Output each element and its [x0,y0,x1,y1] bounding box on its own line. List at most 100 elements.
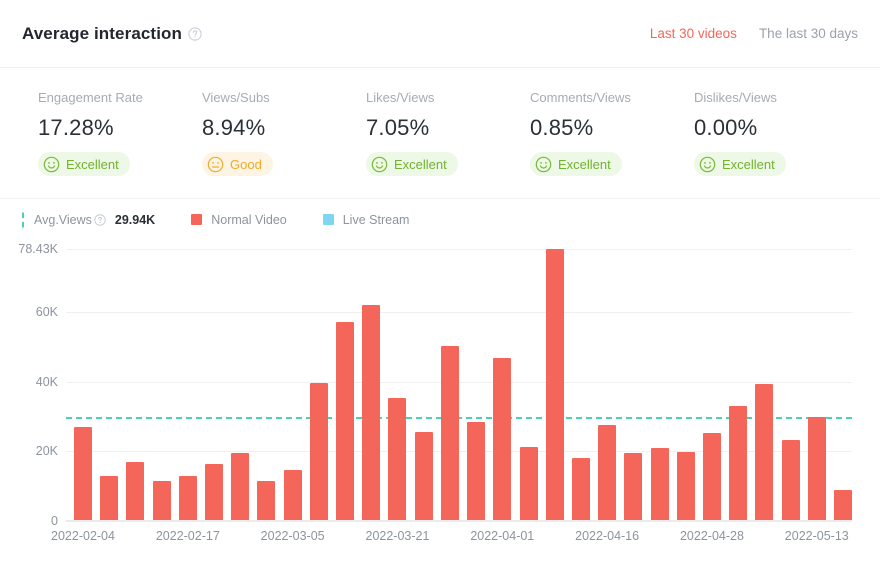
metric-label: Dislikes/Views [694,90,858,105]
status-badge-label: Excellent [66,157,119,172]
x-axis-tick-label: 2022-02-17 [156,529,220,543]
legend-item-live-stream[interactable]: Live Stream [323,213,410,227]
smile-face-icon [535,156,552,173]
neutral-face-icon [207,156,224,173]
smile-face-icon [43,156,60,173]
metrics-row: Engagement Rate 17.28% Excellent Views/S… [0,68,880,199]
legend-avg-value: 29.94K [115,213,155,227]
bar[interactable] [336,322,354,520]
bar[interactable] [388,398,406,521]
legend-item-normal-video[interactable]: Normal Video [191,213,287,227]
metric-views-subs: Views/Subs 8.94% Good [202,90,366,178]
bar[interactable] [415,432,433,520]
bar[interactable] [205,464,223,521]
metric-label: Views/Subs [202,90,366,105]
panel-header: Average interaction Last 30 videos The l… [0,0,880,68]
bar[interactable] [257,481,275,521]
bar[interactable] [624,453,642,521]
legend-swatch-icon [191,214,202,225]
bar[interactable] [493,358,511,521]
metric-value: 0.00% [694,115,858,141]
x-axis-tick-label: 2022-03-05 [261,529,325,543]
smile-face-icon [371,156,388,173]
bar[interactable] [179,476,197,520]
bar[interactable] [729,406,747,520]
metric-value: 17.28% [38,115,202,141]
smile-face-icon [699,156,716,173]
status-badge-label: Excellent [722,157,775,172]
bar[interactable] [284,470,302,521]
average-interaction-panel: Average interaction Last 30 videos The l… [0,0,880,586]
bar-chart: 020K40K60K78.43K 2022-02-042022-02-17202… [0,237,870,567]
bar[interactable] [153,481,171,521]
legend-avg-label: Avg.Views [34,213,106,227]
legend-avg-text: Avg.Views [34,213,92,227]
status-badge: Good [202,152,273,176]
bar[interactable] [808,417,826,521]
metric-label: Likes/Views [366,90,530,105]
dashed-line-icon [22,212,24,227]
metric-comments-views: Comments/Views 0.85% Excellent [530,90,694,178]
status-badge: Excellent [38,152,130,176]
bar[interactable] [520,447,538,520]
bar[interactable] [677,452,695,521]
page-title: Average interaction [22,24,182,44]
bar[interactable] [572,458,590,521]
metric-label: Comments/Views [530,90,694,105]
metric-value: 8.94% [202,115,366,141]
metric-dislikes-views: Dislikes/Views 0.00% Excellent [694,90,858,178]
y-axis-tick-label: 78.43K [18,242,58,256]
x-axis-baseline [66,520,852,521]
bar[interactable] [651,448,669,521]
metric-likes-views: Likes/Views 7.05% Excellent [366,90,530,178]
legend-item-label: Live Stream [343,213,410,227]
status-badge-label: Good [230,157,262,172]
bar[interactable] [546,249,564,521]
bar[interactable] [782,440,800,520]
metric-engagement-rate: Engagement Rate 17.28% Excellent [38,90,202,178]
bar[interactable] [74,427,92,521]
y-axis-tick-label: 0 [51,514,58,528]
status-badge: Excellent [530,152,622,176]
x-axis-ticks: 2022-02-042022-02-172022-03-052022-03-21… [66,529,852,549]
bar[interactable] [126,462,144,521]
legend-swatch-icon [323,214,334,225]
status-badge: Excellent [694,152,786,176]
y-axis-tick-label: 20K [36,444,58,458]
question-circle-icon[interactable] [188,27,202,41]
y-axis-tick-label: 60K [36,305,58,319]
x-axis-tick-label: 2022-04-01 [470,529,534,543]
bar[interactable] [362,305,380,521]
range-tabs: Last 30 videos The last 30 days [650,26,858,41]
plot-area: 020K40K60K78.43K [66,249,852,521]
title-group: Average interaction [22,24,202,44]
status-badge-label: Excellent [394,157,447,172]
bar[interactable] [467,422,485,520]
metric-value: 0.85% [530,115,694,141]
bar[interactable] [231,453,249,521]
status-badge: Excellent [366,152,458,176]
x-axis-tick-label: 2022-02-04 [51,529,115,543]
bar[interactable] [598,425,616,521]
x-axis-tick-label: 2022-05-13 [785,529,849,543]
tab-last-30-videos[interactable]: Last 30 videos [650,26,737,41]
metric-label: Engagement Rate [38,90,202,105]
x-axis-tick-label: 2022-03-21 [365,529,429,543]
bar[interactable] [755,384,773,521]
x-axis-tick-label: 2022-04-28 [680,529,744,543]
bar[interactable] [310,383,328,520]
metric-value: 7.05% [366,115,530,141]
legend-item-label: Normal Video [211,213,287,227]
bar[interactable] [100,476,118,520]
x-axis-tick-label: 2022-04-16 [575,529,639,543]
chart-legend: Avg.Views 29.94K Normal Video Live Strea… [0,199,880,237]
gridline [66,521,852,522]
question-circle-icon[interactable] [94,214,106,226]
tab-last-30-days[interactable]: The last 30 days [759,26,858,41]
y-axis-tick-label: 40K [36,375,58,389]
bar[interactable] [441,346,459,520]
legend-avg-views: Avg.Views 29.94K [22,213,155,227]
bar[interactable] [834,490,852,521]
bar[interactable] [703,433,721,520]
status-badge-label: Excellent [558,157,611,172]
